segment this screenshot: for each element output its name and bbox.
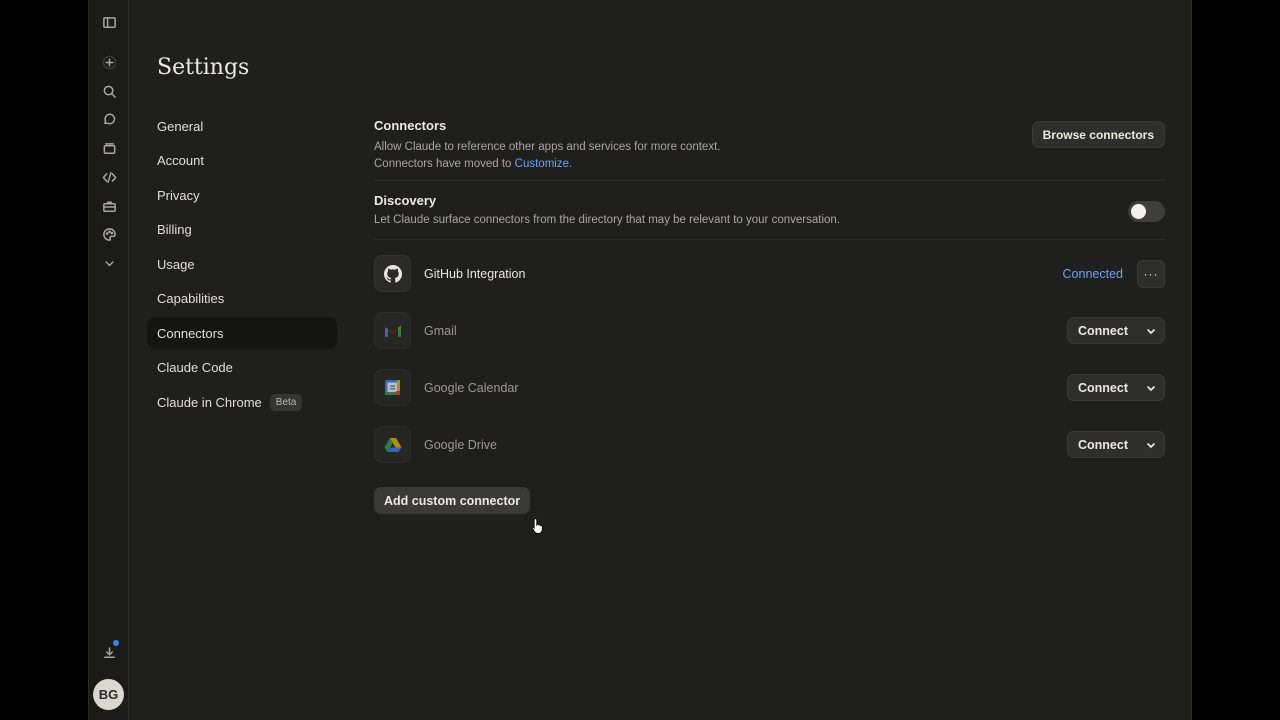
chevron-down-icon[interactable] <box>99 253 119 273</box>
connect-button-group: Connect <box>1067 374 1165 401</box>
nav-item-account[interactable]: Account <box>147 145 337 177</box>
connect-button-group: Connect <box>1067 431 1165 458</box>
google-drive-icon <box>374 426 411 463</box>
chevron-down-icon[interactable] <box>1138 432 1164 457</box>
connect-button[interactable]: Connect <box>1068 438 1138 452</box>
more-options-button[interactable]: ··· <box>1137 259 1165 288</box>
browse-connectors-button[interactable]: Browse connectors <box>1031 121 1165 148</box>
connector-list: GitHub Integration Connected ··· Gmail C… <box>374 245 1165 473</box>
nav-item-claude-in-chrome[interactable]: Claude in Chrome Beta <box>147 386 337 418</box>
connect-button[interactable]: Connect <box>1068 381 1138 395</box>
connector-row: Google Drive Connect <box>374 416 1165 473</box>
connector-row: Gmail Connect <box>374 302 1165 359</box>
briefcase-icon[interactable] <box>99 196 119 216</box>
connector-name: GitHub Integration <box>424 266 526 281</box>
nav-item-general[interactable]: General <box>147 110 337 142</box>
connectors-header: Connectors Allow Claude to reference oth… <box>374 118 1165 180</box>
nav-item-privacy[interactable]: Privacy <box>147 179 337 211</box>
new-chat-icon[interactable] <box>99 52 119 72</box>
description-line: Connectors have moved to Customize. <box>374 156 1165 173</box>
nav-item-usage[interactable]: Usage <box>147 248 337 280</box>
chats-icon[interactable] <box>99 109 119 129</box>
beta-badge: Beta <box>269 393 303 411</box>
add-custom-connector-button[interactable]: Add custom connector <box>374 487 531 514</box>
connector-name: Google Calendar <box>424 380 519 395</box>
nav-item-billing[interactable]: Billing <box>147 214 337 246</box>
connector-name: Google Drive <box>424 437 497 452</box>
search-icon[interactable] <box>99 81 119 101</box>
app-window: BG Settings General Account Privacy Bill… <box>88 0 1192 720</box>
connector-name: Gmail <box>424 323 457 338</box>
connectors-panel: Connectors Allow Claude to reference oth… <box>374 118 1165 514</box>
nav-item-connectors[interactable]: Connectors <box>147 317 337 349</box>
divider <box>374 239 1165 240</box>
hand-cursor-icon <box>531 518 543 534</box>
icon-rail: BG <box>89 0 129 720</box>
connect-button-group: Connect <box>1067 317 1165 344</box>
github-icon <box>374 255 411 292</box>
palette-icon[interactable] <box>99 224 119 244</box>
connector-row: GitHub Integration Connected ··· <box>374 245 1165 302</box>
code-icon[interactable] <box>99 167 119 187</box>
discovery-title: Discovery <box>374 193 437 208</box>
discovery-toggle[interactable] <box>1128 201 1165 222</box>
connected-status: Connected <box>1062 266 1123 281</box>
gmail-icon <box>374 312 411 349</box>
description-prefix: Connectors have moved to <box>374 158 512 170</box>
connector-row: Google Calendar Connect <box>374 359 1165 416</box>
settings-nav: General Account Privacy Billing Usage Ca… <box>147 110 337 421</box>
projects-icon[interactable] <box>99 138 119 158</box>
avatar[interactable]: BG <box>93 679 124 710</box>
nav-item-label: Claude in Chrome <box>157 394 262 410</box>
notification-dot <box>113 640 119 646</box>
google-calendar-icon <box>374 369 411 406</box>
chevron-down-icon[interactable] <box>1138 375 1164 400</box>
connect-button[interactable]: Connect <box>1068 324 1138 338</box>
discovery-description: Let Claude surface connectors from the d… <box>374 214 840 226</box>
customize-link[interactable]: Customize. <box>515 158 573 170</box>
nav-item-capabilities[interactable]: Capabilities <box>147 283 337 315</box>
page-title: Settings <box>157 55 250 80</box>
nav-item-claude-code[interactable]: Claude Code <box>147 352 337 384</box>
chevron-down-icon[interactable] <box>1138 318 1164 343</box>
discovery-setting: Discovery Let Claude surface connectors … <box>374 181 1165 239</box>
sidebar-toggle-icon[interactable] <box>99 12 119 32</box>
